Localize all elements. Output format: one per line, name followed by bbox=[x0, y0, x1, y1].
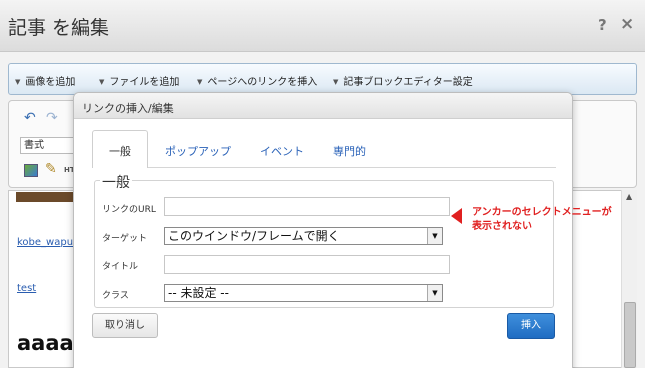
fieldset-legend: 一般 bbox=[100, 172, 132, 192]
title-label: タイトル bbox=[102, 262, 139, 272]
menu-add-file[interactable]: ▼ ファイルを追加 bbox=[99, 73, 179, 88]
annotation-text: アンカーのセレクトメニューが 表示されない bbox=[472, 207, 612, 232]
select-arrow-icon[interactable]: ▼ bbox=[427, 285, 442, 301]
undo-icon[interactable]: ↶ bbox=[24, 110, 36, 126]
content-scrollbar[interactable]: ▲ bbox=[621, 190, 637, 368]
target-select[interactable]: このウインドウ/フレームで開く ▼ bbox=[164, 227, 443, 245]
window-titlebar: 記事 を編集 ? × bbox=[0, 0, 645, 52]
cancel-button[interactable]: 取り消し bbox=[92, 313, 158, 338]
url-label: リンクのURL bbox=[102, 205, 156, 215]
dropdown-triangle-icon: ▼ bbox=[197, 78, 203, 86]
window-title: 記事 を編集 bbox=[8, 17, 110, 39]
dialog-header[interactable]: リンクの挿入/編集 bbox=[74, 93, 572, 119]
redo-icon[interactable]: ↷ bbox=[46, 110, 58, 126]
scroll-thumb[interactable] bbox=[624, 302, 636, 368]
dropdown-triangle-icon: ▼ bbox=[99, 78, 105, 86]
class-label: クラス bbox=[102, 291, 129, 301]
dropdown-triangle-icon: ▼ bbox=[333, 78, 339, 86]
target-label: ターゲット bbox=[102, 234, 148, 244]
format-select[interactable]: 書式 bbox=[20, 137, 80, 154]
help-icon[interactable]: ? bbox=[598, 16, 607, 34]
close-icon[interactable]: × bbox=[620, 14, 634, 34]
class-select[interactable]: -- 未設定 -- ▼ bbox=[164, 284, 443, 302]
menu-insert-page-link[interactable]: ▼ ページへのリンクを挿入 bbox=[197, 73, 317, 88]
title-input[interactable] bbox=[164, 255, 450, 274]
insert-image-icon[interactable] bbox=[24, 164, 38, 177]
content-heading: aaaa bbox=[17, 331, 74, 355]
tab-popup[interactable]: ポップアップ bbox=[165, 143, 231, 159]
annotation-arrow-icon bbox=[451, 208, 462, 224]
tab-advanced[interactable]: 専門的 bbox=[333, 143, 366, 159]
menu-add-image[interactable]: ▼ 画像を追加 bbox=[15, 73, 75, 88]
url-input[interactable] bbox=[164, 197, 450, 216]
scroll-up-icon[interactable]: ▲ bbox=[626, 192, 632, 201]
tab-events[interactable]: イベント bbox=[260, 143, 304, 159]
dropdown-triangle-icon: ▼ bbox=[15, 78, 21, 86]
content-link[interactable]: test bbox=[17, 283, 36, 294]
tab-general[interactable]: 一般 bbox=[92, 130, 148, 168]
tab-divider bbox=[148, 167, 556, 168]
brush-icon[interactable]: ✎ bbox=[45, 161, 57, 177]
menu-block-editor-settings[interactable]: ▼ 記事ブロックエディター設定 bbox=[333, 73, 473, 88]
content-link[interactable]: kobe_wapu bbox=[17, 237, 73, 248]
editor-menubar: ▼ 画像を追加 ▼ ファイルを追加 ▼ ページへのリンクを挿入 ▼ 記事ブロックエディタ… bbox=[8, 63, 637, 95]
insert-button[interactable]: 挿入 bbox=[507, 313, 555, 339]
select-arrow-icon[interactable]: ▼ bbox=[427, 228, 442, 244]
dialog-title: リンクの挿入/編集 bbox=[82, 102, 174, 115]
